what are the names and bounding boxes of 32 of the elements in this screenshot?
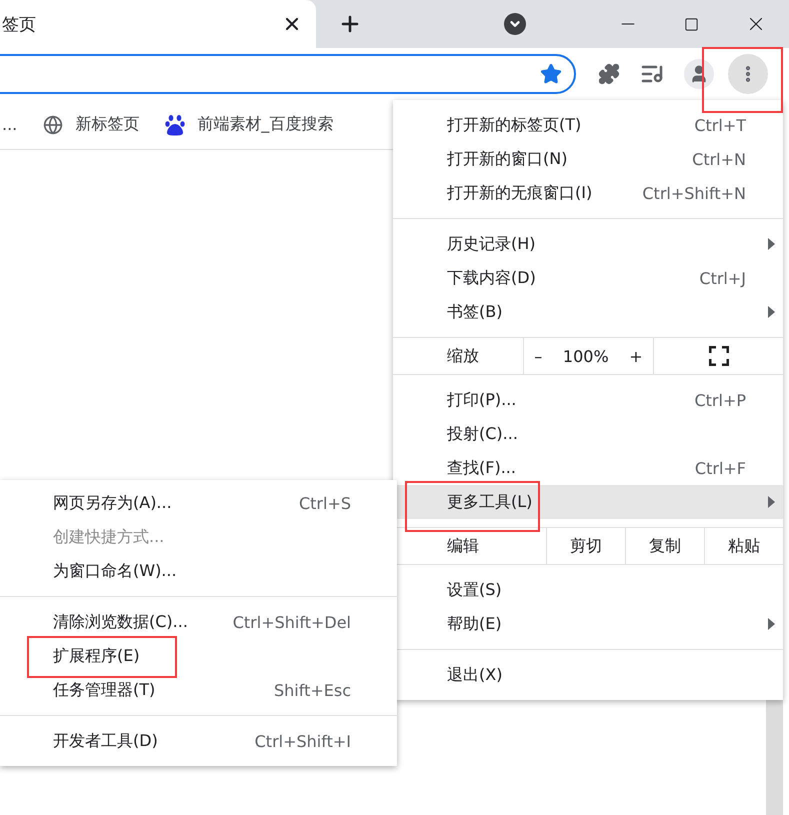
menu-button[interactable] <box>728 54 768 94</box>
menu-label: 编辑 <box>446 534 480 556</box>
tab-search-icon[interactable] <box>504 13 526 35</box>
bookmark-item[interactable]: 新标签页 <box>43 114 140 135</box>
menu-item[interactable]: 下载内容(D) Ctrl+J <box>393 261 783 295</box>
menu-item[interactable]: 打开新的无痕窗口(I) Ctrl+Shift+N <box>393 176 783 210</box>
restore-icon[interactable] <box>684 16 699 32</box>
edit-action-button[interactable]: 剪切 <box>546 528 625 564</box>
zoom-value: 100% <box>562 346 609 366</box>
address-field[interactable] <box>0 54 576 94</box>
menu-item[interactable]: 开发者工具(D) Ctrl+Shift+I <box>0 724 397 758</box>
bookmark-item[interactable]: 前端素材_百度搜索 <box>165 114 334 136</box>
menu-item[interactable]: 打开新的标签页(T) Ctrl+T <box>393 108 783 142</box>
bookmark-item[interactable]: ... <box>2 115 18 134</box>
menu-item[interactable]: 书签(B) <box>393 295 783 329</box>
menu-item[interactable]: 投射(C)... <box>393 417 783 451</box>
menu-item[interactable]: 打开新的窗口(N) Ctrl+N <box>393 142 783 176</box>
zoom-out-button[interactable]: – <box>534 346 542 366</box>
fullscreen-icon[interactable] <box>708 346 728 366</box>
menu-item[interactable]: 历史记录(H) <box>393 227 783 261</box>
menu-label: 缩放 <box>446 344 480 366</box>
menu-item[interactable]: 打印(P)... Ctrl+P <box>393 383 783 417</box>
bookmark-star-icon[interactable] <box>540 63 562 85</box>
menu-item[interactable]: 查找(F)... Ctrl+F <box>393 451 783 485</box>
edit-action-button[interactable]: 复制 <box>625 528 704 564</box>
zoom-in-button[interactable]: + <box>629 346 643 366</box>
globe-icon <box>43 114 64 134</box>
browser-tab[interactable]: 签页 <box>0 0 316 48</box>
extensions-icon[interactable] <box>598 63 620 85</box>
paw-icon <box>165 114 186 136</box>
profile-avatar[interactable] <box>684 59 714 89</box>
edit-action-button[interactable]: 粘贴 <box>704 528 783 564</box>
